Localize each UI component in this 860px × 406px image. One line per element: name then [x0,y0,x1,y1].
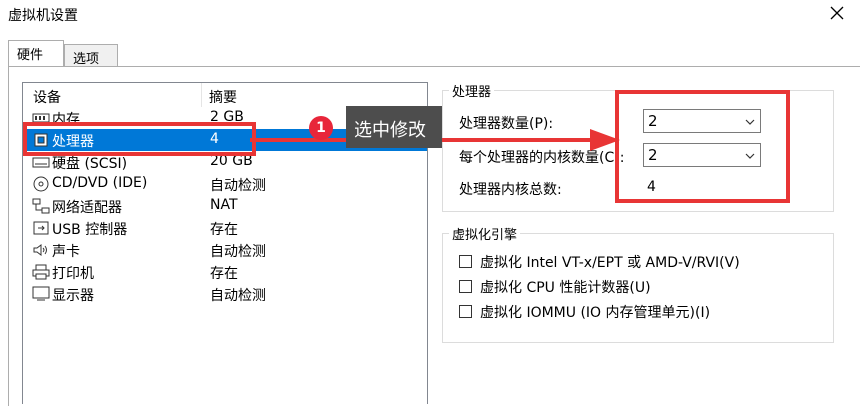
sound-card-icon [32,242,50,258]
hard-disk-icon [32,154,50,170]
processor-group: 处理器 处理器数量(P): 2 每个处理器的内核数量(C): 2 处理器内核总数… [442,81,834,212]
display-icon [32,286,50,302]
total-cores-value: 4 [647,179,656,195]
usb-icon [32,220,50,236]
device-row-cd-dvd[interactable]: CD/DVD (IDE) 自动检测 [24,173,427,195]
chevron-down-icon [745,119,755,125]
column-separator[interactable] [201,83,202,107]
checkbox[interactable] [459,255,472,268]
processor-group-title: 处理器 [449,81,495,100]
cd-dvd-icon [32,176,50,192]
printer-icon [32,264,50,280]
virtualization-group: 虚拟化引擎 虚拟化 Intel VT-x/EPT 或 AMD-V/RVI(V) … [442,224,834,343]
device-row-sound-card[interactable]: 声卡 自动检测 [24,239,427,261]
virtualization-group-title: 虚拟化引擎 [449,224,521,243]
checkbox[interactable] [459,305,472,318]
tab-hardware[interactable]: 硬件 [8,40,64,66]
callout-label: 选中修改 [346,106,442,148]
tab-options[interactable]: 选项 [64,44,118,67]
device-row-printer[interactable]: 打印机 存在 [24,261,427,283]
cores-per-processor-select[interactable]: 2 [643,143,761,167]
processor-count-label: 处理器数量(P): [459,116,554,132]
step-badge: 1 [309,116,333,140]
memory-icon [32,110,50,126]
device-row-network-adapter[interactable]: 网络适配器 NAT [24,195,427,217]
device-row-hard-disk[interactable]: 硬盘 (SCSI) 20 GB [24,151,427,173]
column-header-device[interactable]: 设备 [33,87,61,107]
processor-count-select[interactable]: 2 [643,109,761,133]
network-adapter-icon [32,198,50,214]
device-row-usb-controller[interactable]: USB 控制器 存在 [24,217,427,239]
chevron-down-icon [745,153,755,159]
processor-icon [32,132,50,148]
cores-per-processor-label: 每个处理器的内核数量(C): [459,150,625,166]
column-header-summary[interactable]: 摘要 [209,87,237,107]
list-header: 设备 摘要 [23,83,427,107]
title-bar: 虚拟机设置 [0,0,860,30]
close-icon[interactable] [828,4,846,22]
total-cores-label: 处理器内核总数: [459,182,562,198]
window-title: 虚拟机设置 [8,8,78,24]
checkbox[interactable] [459,280,472,293]
device-row-display[interactable]: 显示器 自动检测 [24,283,427,305]
